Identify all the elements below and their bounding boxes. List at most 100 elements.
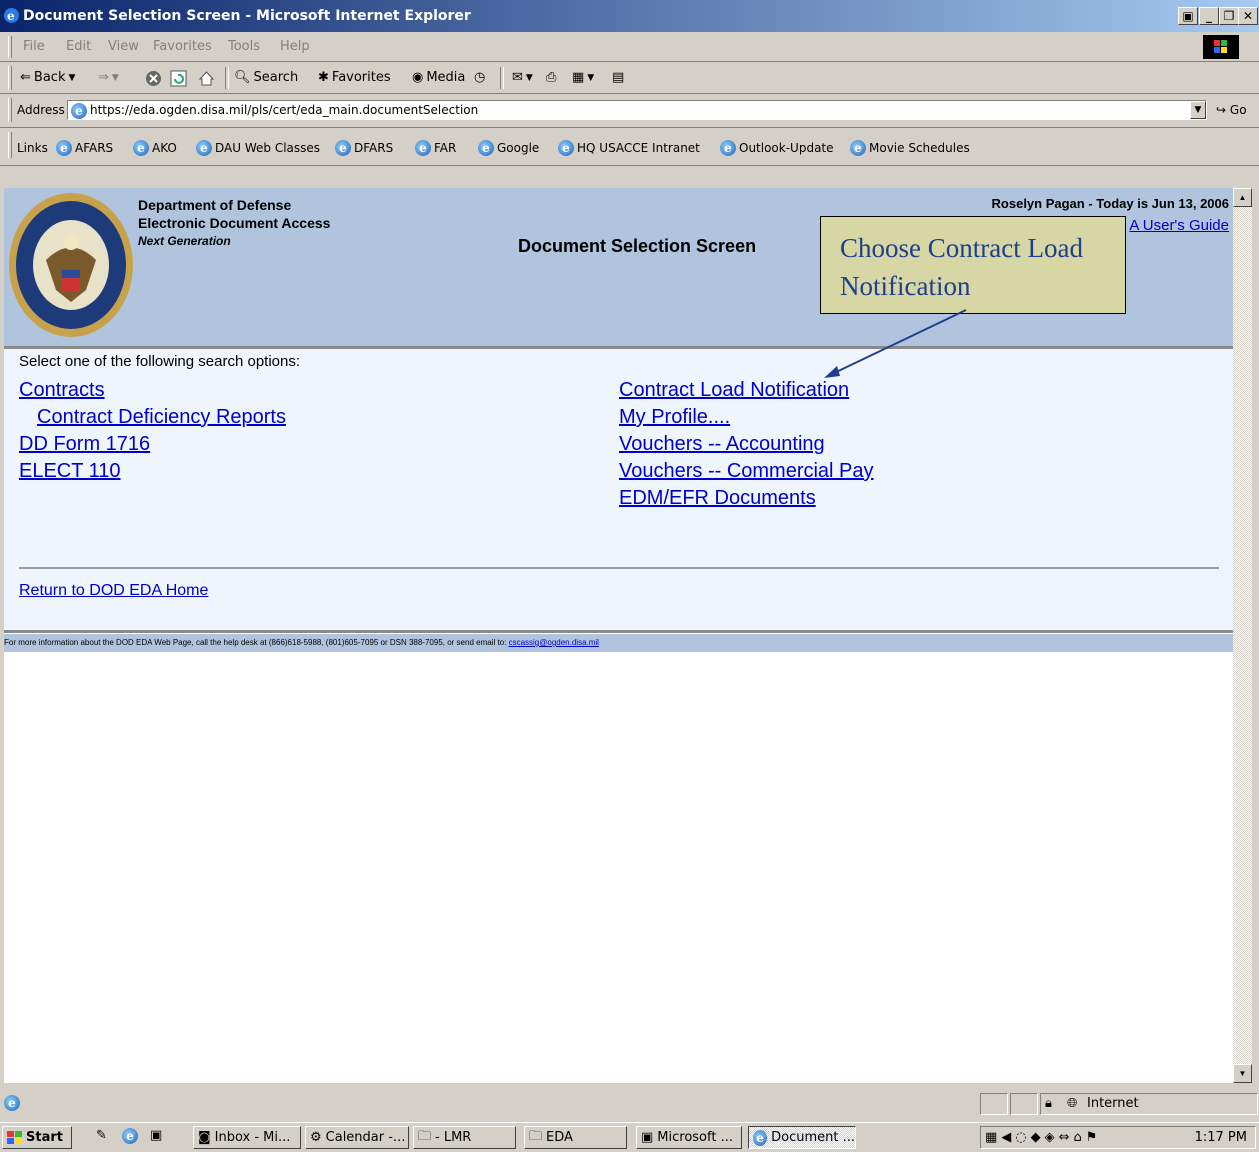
task-inbox[interactable]: ◙ Inbox - Mi... bbox=[193, 1126, 301, 1149]
user-date: Roselyn Pagan - Today is Jun 13, 2006 bbox=[991, 196, 1229, 211]
zone-cell: 🔒︎ 🌐︎ Internet bbox=[1040, 1093, 1258, 1115]
menu-bar: File Edit View Favorites Tools Help bbox=[0, 32, 1259, 62]
forward-arrow-icon: ⇒ bbox=[98, 70, 109, 85]
menu-favorites[interactable]: Favorites bbox=[153, 39, 212, 54]
content-divider bbox=[19, 567, 1219, 569]
link-afars[interactable]: e AFARS bbox=[56, 140, 113, 156]
link-movie-schedules[interactable]: e Movie Schedules bbox=[850, 140, 970, 156]
edm-efr-documents-link[interactable]: EDM/EFR Documents bbox=[619, 487, 816, 510]
status-ie-icon: e bbox=[4, 1095, 20, 1111]
link-ako[interactable]: e AKO bbox=[133, 140, 177, 156]
task-label: Document ... bbox=[771, 1130, 855, 1145]
zone-label: Internet bbox=[1087, 1096, 1139, 1111]
close-button[interactable]: ✕ bbox=[1238, 7, 1258, 25]
media-label: Media bbox=[426, 70, 466, 85]
mail-button[interactable]: ✉ ▼ bbox=[512, 70, 533, 85]
link-label: AFARS bbox=[75, 141, 114, 155]
task-microsoft[interactable]: ▣ Microsoft ... bbox=[636, 1126, 742, 1149]
menu-edit[interactable]: Edit bbox=[66, 39, 91, 54]
quicklaunch-desktop-icon[interactable]: ▣ bbox=[150, 1128, 162, 1143]
windows-flag-icon bbox=[7, 1131, 22, 1144]
edit-dropdown-icon[interactable]: ▼ bbox=[587, 73, 594, 83]
minimize-button[interactable]: _ bbox=[1199, 7, 1219, 25]
forward-dropdown-icon[interactable]: ▼ bbox=[112, 73, 119, 83]
mail-dropdown-icon[interactable]: ▼ bbox=[526, 73, 533, 83]
edit-button[interactable]: ▦ ▼ bbox=[572, 70, 594, 85]
link-far[interactable]: e FAR bbox=[415, 140, 456, 156]
ie-page-icon: e bbox=[133, 140, 149, 156]
link-label: FAR bbox=[434, 141, 457, 155]
search-label: Search bbox=[253, 70, 299, 85]
go-button[interactable]: ↪ Go bbox=[1216, 103, 1247, 117]
back-label: Back bbox=[33, 70, 66, 85]
link-dfars[interactable]: e DFARS bbox=[335, 140, 393, 156]
elect-110-link[interactable]: ELECT 110 bbox=[19, 460, 121, 483]
users-guide-link[interactable]: A User's Guide bbox=[1129, 217, 1229, 234]
link-label: HQ USACCE Intranet bbox=[577, 141, 700, 155]
refresh-icon bbox=[170, 70, 187, 87]
vouchers-accounting-link[interactable]: Vouchers -- Accounting bbox=[619, 433, 825, 456]
tray-icons[interactable]: ▦◀◌◆◈⇔⌂⚑ bbox=[985, 1130, 1101, 1145]
vouchers-commercial-pay-link[interactable]: Vouchers -- Commercial Pay bbox=[619, 460, 874, 483]
contract-deficiency-reports-link[interactable]: Contract Deficiency Reports bbox=[37, 406, 286, 429]
maximize-button[interactable]: ❐ bbox=[1219, 7, 1239, 25]
calendar-icon: ⚙ bbox=[310, 1130, 322, 1145]
history-icon: ◷ bbox=[474, 70, 486, 85]
discuss-icon: ▤ bbox=[612, 70, 625, 85]
print-button[interactable]: ⎙ bbox=[546, 70, 556, 85]
dd-form-1716-link[interactable]: DD Form 1716 bbox=[19, 433, 150, 456]
title-bar: e Document Selection Screen - Microsoft … bbox=[0, 0, 1259, 32]
scroll-down-icon[interactable]: ▼ bbox=[1233, 1064, 1252, 1083]
return-home-link[interactable]: Return to DOD EDA Home bbox=[19, 582, 208, 600]
menu-help[interactable]: Help bbox=[280, 39, 310, 54]
address-dropdown-icon[interactable]: ▼ bbox=[1190, 101, 1206, 119]
forward-button[interactable]: ⇒ ▼ bbox=[98, 70, 119, 85]
link-hq-usacce-intranet[interactable]: e HQ USACCE Intranet bbox=[558, 140, 700, 156]
back-dropdown-icon[interactable]: ▼ bbox=[68, 73, 75, 83]
home-icon bbox=[198, 71, 215, 86]
search-options-prompt: Select one of the following search optio… bbox=[19, 353, 301, 370]
task-calendar[interactable]: ⚙ Calendar -... bbox=[305, 1126, 409, 1149]
ie-logo-icon: e bbox=[3, 7, 20, 24]
link-label: DFARS bbox=[354, 141, 394, 155]
stop-button[interactable] bbox=[145, 70, 162, 87]
address-input[interactable]: e https://eda.ogden.disa.mil/pls/cert/ed… bbox=[67, 100, 1207, 120]
back-button[interactable]: ⇐ Back ▼ bbox=[20, 70, 75, 85]
task-eda[interactable]: 🗀︎ EDA bbox=[524, 1126, 627, 1149]
link-label: Outlook-Update bbox=[739, 141, 834, 155]
menu-file[interactable]: File bbox=[23, 39, 45, 54]
scroll-up-icon[interactable]: ▲ bbox=[1233, 188, 1252, 207]
footer-email-link[interactable]: cscassig@ogden.disa.mil bbox=[509, 638, 599, 647]
task-document[interactable]: e Document ... bbox=[748, 1126, 856, 1149]
refresh-button[interactable] bbox=[170, 70, 187, 87]
quicklaunch-outlook-icon[interactable]: ✎ bbox=[96, 1128, 107, 1143]
contracts-link[interactable]: Contracts bbox=[19, 379, 105, 402]
task-lmr[interactable]: 🗀︎ - LMR bbox=[413, 1126, 516, 1149]
menu-view[interactable]: View bbox=[108, 39, 139, 54]
my-profile-link[interactable]: My Profile.... bbox=[619, 406, 730, 429]
history-button[interactable]: ◷ bbox=[474, 70, 485, 85]
ie-throbber-icon: ▣ bbox=[1178, 7, 1198, 25]
org-name: Department of Defense Electronic Documen… bbox=[138, 196, 330, 250]
footer-divider bbox=[4, 630, 1233, 633]
favorites-button[interactable]: ✱ Favorites bbox=[318, 70, 391, 85]
discuss-button[interactable]: ▤ bbox=[612, 70, 624, 85]
page-footer: For more information about the DOD EDA W… bbox=[4, 634, 1233, 652]
task-label: Inbox - Mi... bbox=[214, 1130, 291, 1145]
link-dau-web-classes[interactable]: e DAU Web Classes bbox=[196, 140, 320, 156]
address-url: https://eda.ogden.disa.mil/pls/cert/eda_… bbox=[90, 103, 479, 117]
link-google[interactable]: e Google bbox=[478, 140, 539, 156]
folder-icon: 🗀︎ bbox=[529, 1128, 543, 1144]
quicklaunch-ie-icon[interactable]: e bbox=[122, 1128, 138, 1144]
vertical-scrollbar[interactable]: ▲ ▼ bbox=[1233, 188, 1252, 1083]
menu-tools[interactable]: Tools bbox=[228, 39, 260, 54]
start-button[interactable]: Start bbox=[2, 1126, 72, 1149]
home-button[interactable] bbox=[198, 70, 215, 87]
ie-page-icon: e bbox=[415, 140, 431, 156]
search-button[interactable]: 🔍︎ Search bbox=[234, 70, 298, 85]
org-line-1: Department of Defense bbox=[138, 197, 292, 213]
task-label: - LMR bbox=[435, 1130, 472, 1145]
address-label: Address bbox=[17, 103, 65, 117]
link-outlook-update[interactable]: e Outlook-Update bbox=[720, 140, 834, 156]
media-button[interactable]: ◉ Media bbox=[412, 70, 465, 85]
